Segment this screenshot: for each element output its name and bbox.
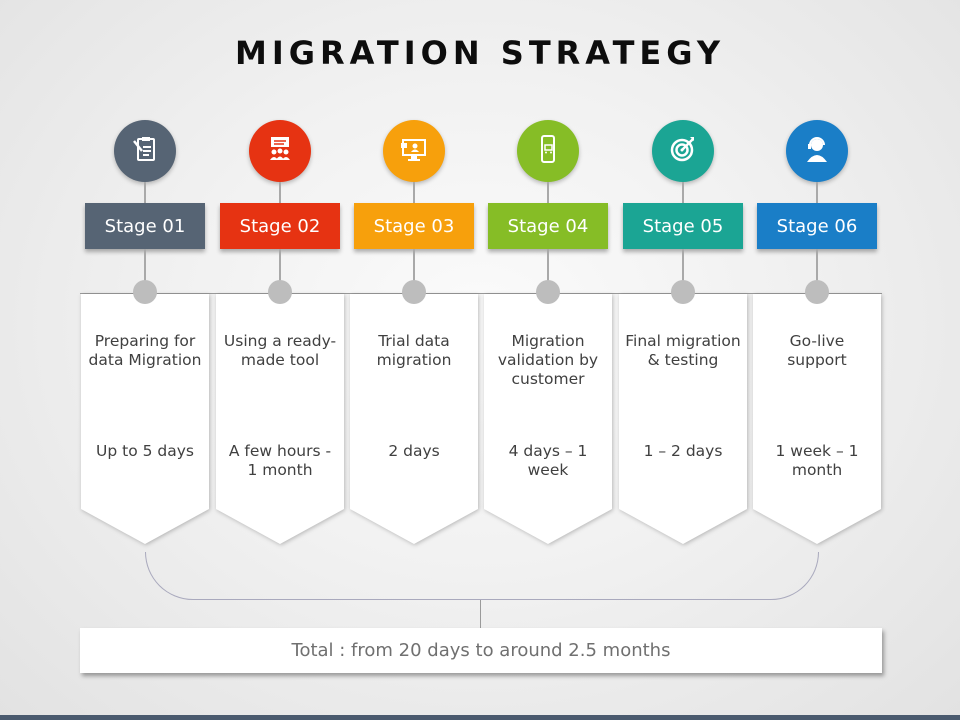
clipboard-icon xyxy=(129,133,161,169)
stage-label: Stage 04 xyxy=(488,203,608,249)
total-text: Total : from 20 days to around 2.5 month… xyxy=(291,640,671,661)
stage-label: Stage 03 xyxy=(354,203,474,249)
total-summary: Total : from 20 days to around 2.5 month… xyxy=(80,628,882,673)
stage-card: Go-live support 1 week – 1 month xyxy=(753,294,881,544)
stage-card: Migration validation by customer 4 days … xyxy=(484,294,612,544)
stage-label: Stage 06 xyxy=(757,203,877,249)
label-stem xyxy=(816,249,818,281)
stage-icon-circle xyxy=(517,120,579,182)
stage-card: Trial data migration 2 days xyxy=(350,294,478,544)
stage-card: Preparing for data Migration Up to 5 day… xyxy=(81,294,209,544)
stage-duration: A few hours - 1 month xyxy=(228,442,332,479)
connector-dot xyxy=(268,280,292,304)
stage-title: Go-live support xyxy=(787,332,847,369)
icon-stem xyxy=(413,182,415,203)
total-bracket xyxy=(145,552,819,600)
page-title: MIGRATION STRATEGY xyxy=(234,34,725,72)
connector-dot xyxy=(402,280,426,304)
monitor-user-icon xyxy=(398,133,430,169)
stage-label: Stage 01 xyxy=(85,203,205,249)
stage-duration: 4 days – 1 week xyxy=(508,442,588,479)
stage-icon-circle xyxy=(652,120,714,182)
stage-title: Preparing for data Migration xyxy=(88,332,202,369)
label-stem xyxy=(144,249,146,281)
label-stem xyxy=(682,249,684,281)
stage-card: Final migration & testing 1 – 2 days xyxy=(619,294,747,544)
stage-title: Final migration & testing xyxy=(625,332,741,369)
stage-duration: 1 – 2 days xyxy=(643,442,723,460)
icon-stem xyxy=(682,182,684,203)
stage-title: Using a ready-made tool xyxy=(223,332,337,369)
stage-duration: Up to 5 days xyxy=(96,442,194,460)
icon-stem xyxy=(547,182,549,203)
stage-icon-circle xyxy=(383,120,445,182)
stage-label: Stage 05 xyxy=(623,203,743,249)
connector-dot xyxy=(133,280,157,304)
stage-title: Migration validation by customer xyxy=(497,332,599,388)
headset-support-icon xyxy=(801,133,833,169)
label-stem xyxy=(547,249,549,281)
label-stem xyxy=(279,249,281,281)
connector-dot xyxy=(671,280,695,304)
icon-stem xyxy=(144,182,146,203)
stage-title: Trial data migration xyxy=(376,332,452,369)
stage-duration: 1 week – 1 month xyxy=(775,442,859,479)
stage-duration: 2 days xyxy=(388,442,440,460)
connector-dot xyxy=(805,280,829,304)
stage-label: Stage 02 xyxy=(220,203,340,249)
label-stem xyxy=(413,249,415,281)
stage-icon-circle xyxy=(114,120,176,182)
bracket-connector xyxy=(480,600,481,628)
target-icon xyxy=(667,133,699,169)
stage-card: Using a ready-made tool A few hours - 1 … xyxy=(216,294,344,544)
connector-dot xyxy=(536,280,560,304)
presentation-team-icon xyxy=(264,133,296,169)
icon-stem xyxy=(279,182,281,203)
stage-icon-circle xyxy=(786,120,848,182)
icon-stem xyxy=(816,182,818,203)
mobile-cart-icon xyxy=(532,133,564,169)
stage-icon-circle xyxy=(249,120,311,182)
footer-bar xyxy=(0,715,960,720)
